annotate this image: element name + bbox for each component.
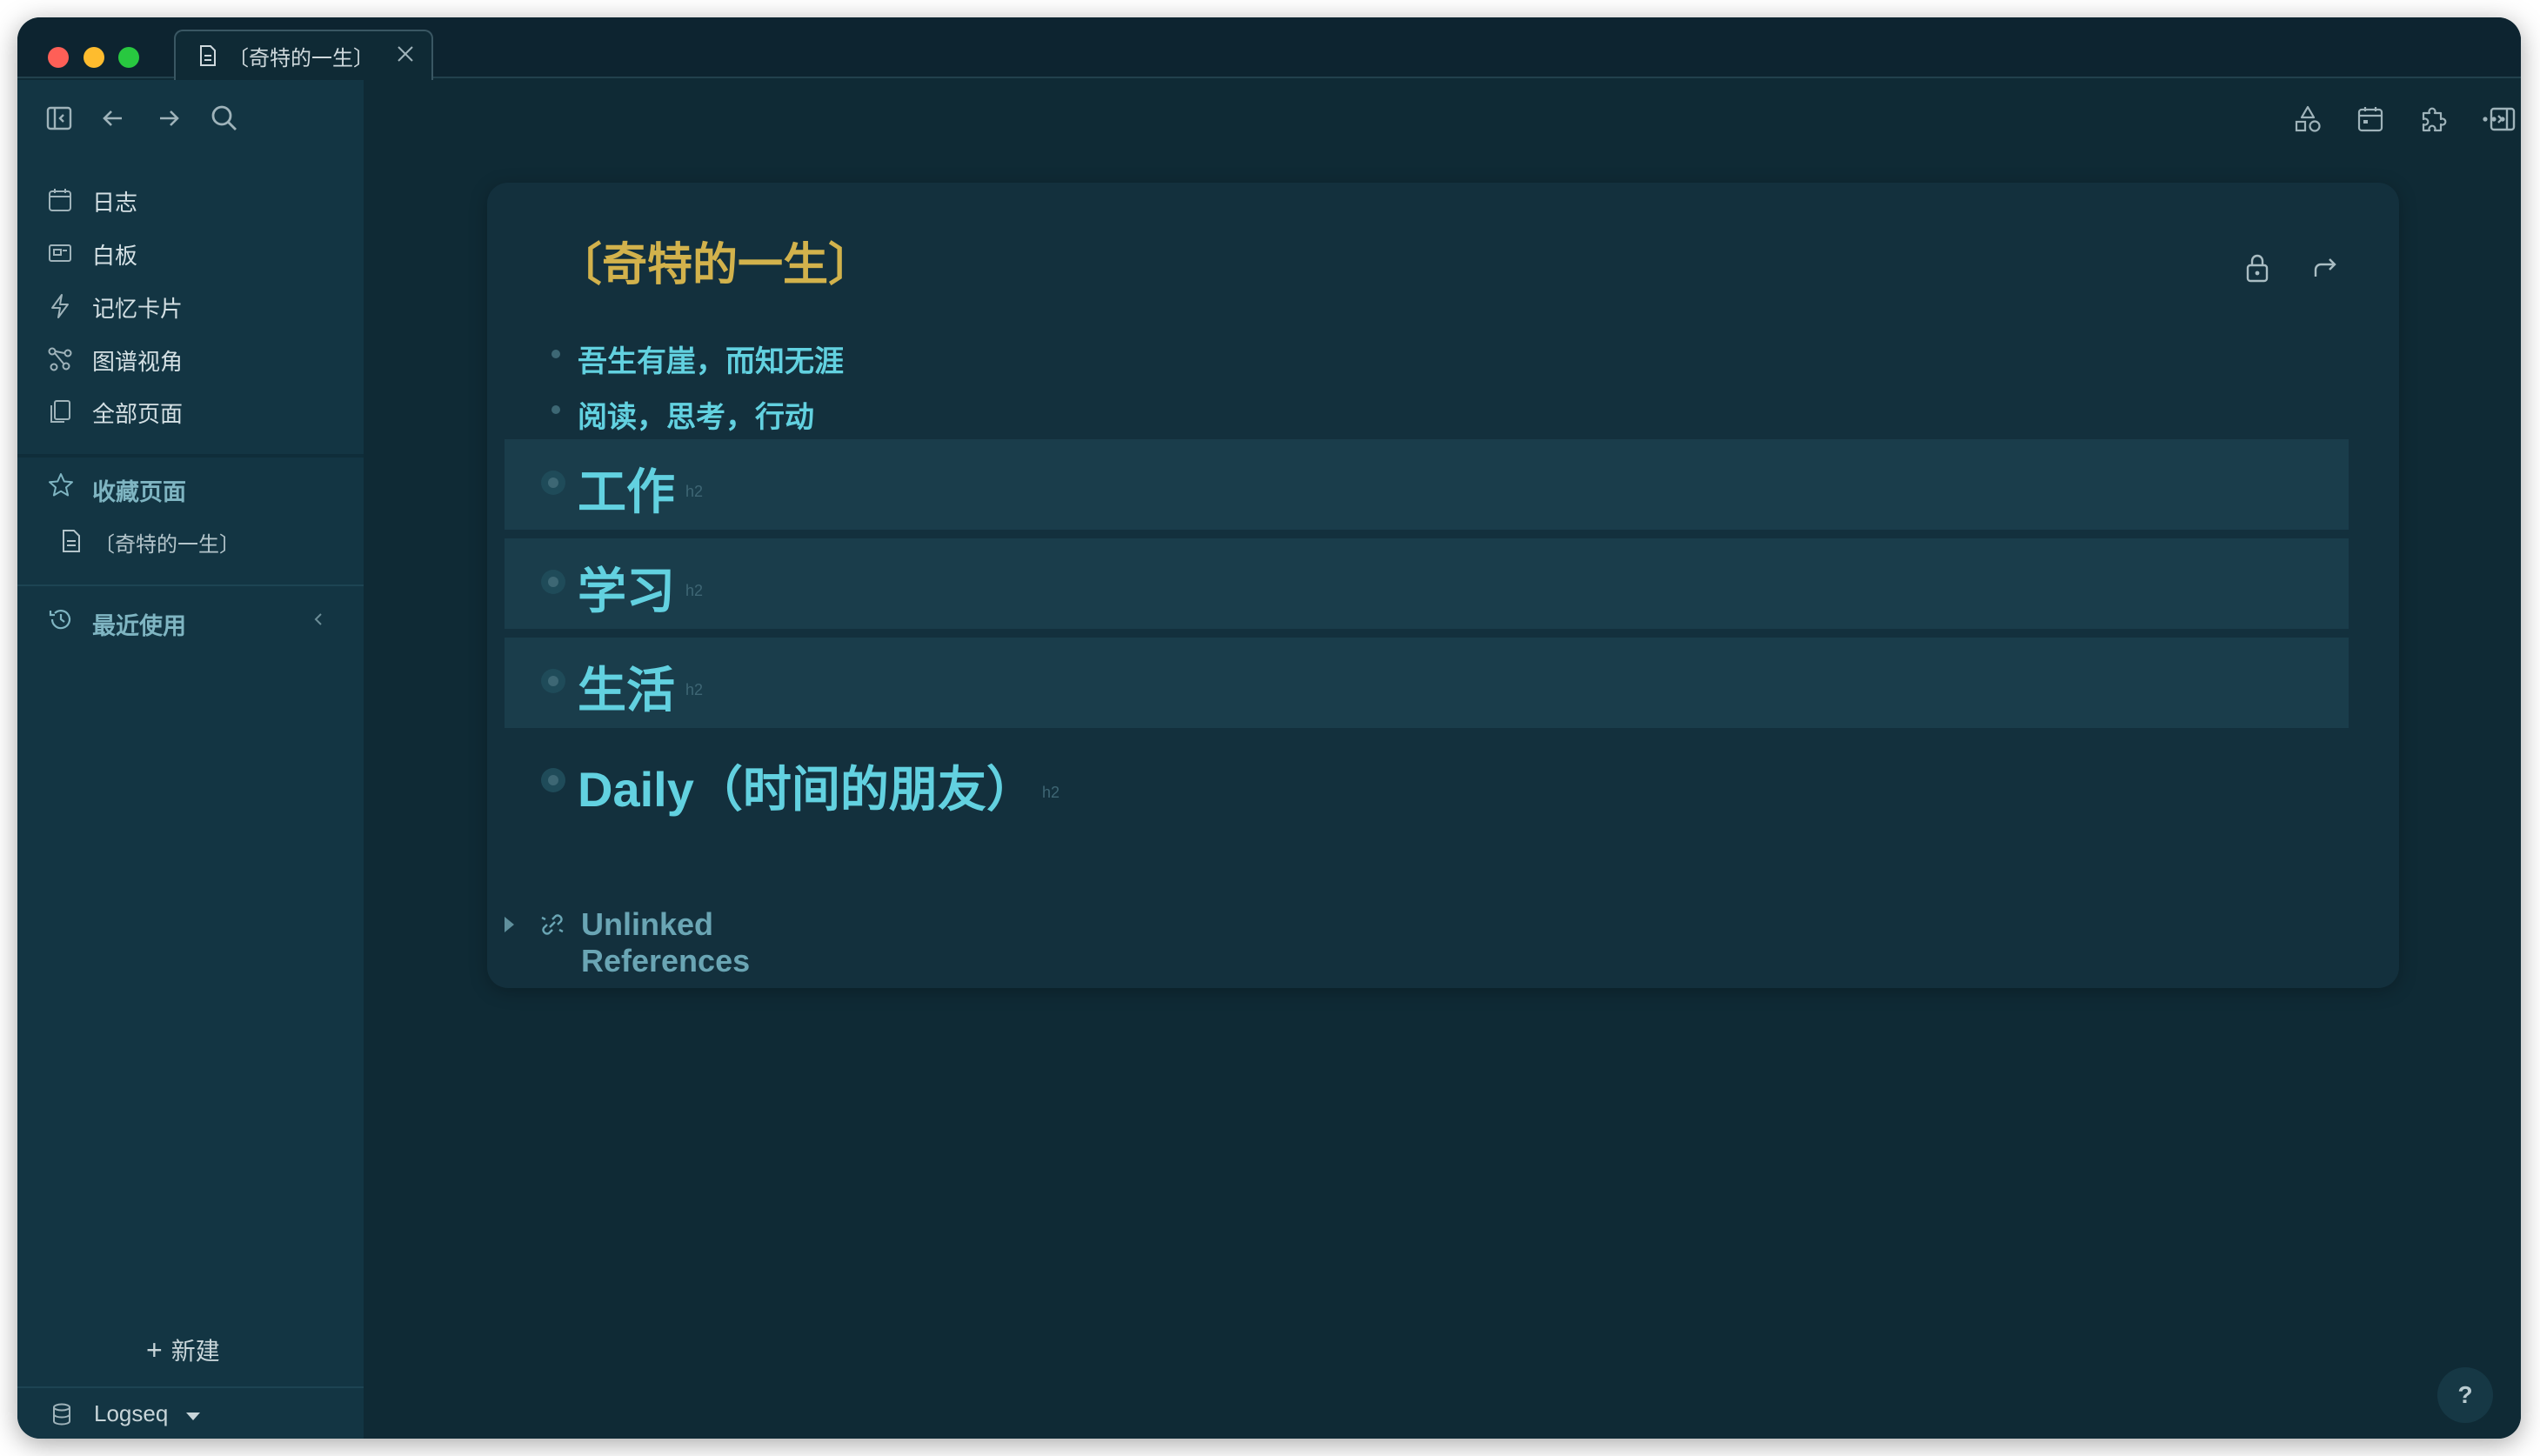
block-text: 阅读，思考，行动 xyxy=(578,401,814,434)
heading-level-tag: h2 xyxy=(685,681,704,698)
new-page-button[interactable]: + 新建 xyxy=(146,1332,220,1367)
tab-title: 〔奇特的一生〕 xyxy=(228,46,374,70)
nav-item-label: 记忆卡片 xyxy=(92,296,184,322)
help-button[interactable]: ? xyxy=(2437,1367,2493,1423)
arrow-left-icon xyxy=(103,110,122,126)
favorites-title: 收藏页面 xyxy=(92,479,186,505)
unlink-icon xyxy=(541,914,564,935)
nav-item-graph-view[interactable]: 图谱视角 xyxy=(17,332,364,384)
calendar-icon xyxy=(49,189,71,211)
page-title[interactable]: 〔奇特的一生〕 xyxy=(557,228,873,293)
bullet-icon[interactable] xyxy=(551,350,560,358)
flashcards-icon xyxy=(51,294,69,318)
close-icon[interactable] xyxy=(395,43,416,64)
bullet-icon[interactable] xyxy=(541,471,565,495)
nav-item-whiteboards[interactable]: 白板 xyxy=(17,226,364,278)
favorite-item[interactable]: 〔奇特的一生〕 xyxy=(17,515,364,564)
sidebar-toggle-icon xyxy=(46,106,72,130)
nav-item-label: 图谱视角 xyxy=(92,349,184,375)
page-actions xyxy=(2243,252,2347,287)
right-sidebar-icon xyxy=(2490,107,2516,131)
top-toolbar xyxy=(2173,80,2521,155)
heading-level-tag: h2 xyxy=(685,483,704,500)
whiteboard-icon xyxy=(49,244,71,262)
plugins-button[interactable] xyxy=(2416,103,2450,136)
graph-switcher[interactable]: Logseq xyxy=(17,1386,364,1439)
new-page-label: 新建 xyxy=(170,1338,220,1365)
chevron-left-icon[interactable] xyxy=(310,611,327,628)
maximize-window-button[interactable] xyxy=(118,47,139,68)
favorite-item-label: 〔奇特的一生〕 xyxy=(94,533,240,557)
whiteboard-shapes-button[interactable] xyxy=(2291,103,2324,136)
tab-page[interactable]: 〔奇特的一生〕 xyxy=(174,30,433,80)
nav-item-label: 白板 xyxy=(92,243,138,269)
caret-right-icon xyxy=(505,917,514,932)
nav-item-journals[interactable]: 日志 xyxy=(17,173,364,225)
graph-icon xyxy=(48,347,72,371)
nav-item-label: 日志 xyxy=(92,190,138,216)
heading-text: 工作 xyxy=(578,464,675,519)
search-button[interactable] xyxy=(209,103,240,134)
bullet-icon[interactable] xyxy=(541,768,565,792)
forward-button[interactable] xyxy=(153,103,184,134)
heading-text: 生活 xyxy=(578,663,675,718)
journals-button[interactable] xyxy=(2354,103,2387,136)
toggle-right-sidebar-button[interactable] xyxy=(2486,103,2519,136)
toggle-left-sidebar-button[interactable] xyxy=(43,103,75,134)
block[interactable]: 阅读，思考，行动 xyxy=(505,388,2349,435)
heading-block[interactable]: 工作 h2 xyxy=(505,439,2349,530)
close-window-button[interactable] xyxy=(48,47,69,68)
heading-text: 学习 xyxy=(578,564,675,618)
minimize-window-button[interactable] xyxy=(84,47,104,68)
nav-item-label: 全部页面 xyxy=(92,401,184,427)
block[interactable]: 吾生有崖，而知无涯 xyxy=(505,332,2349,379)
sidebar-divider xyxy=(17,584,364,586)
calendar-icon xyxy=(2357,107,2383,132)
share-icon[interactable] xyxy=(2310,252,2340,284)
bullet-icon[interactable] xyxy=(541,570,565,594)
all-pages-icon xyxy=(50,400,70,423)
search-icon xyxy=(211,105,237,130)
plus-icon: + xyxy=(146,1333,163,1366)
heading-level-tag: h2 xyxy=(685,582,704,599)
heading-block[interactable]: Daily（时间的朋友） h2 xyxy=(505,737,2349,827)
favorites-header[interactable]: 收藏页面 xyxy=(17,459,364,511)
caret-down-icon xyxy=(186,1413,200,1420)
app-window: 〔奇特的一生〕 日志 白板 记忆卡片 图谱视角 全部页面 收藏页面 〔奇特的一生… xyxy=(17,17,2521,1439)
page-icon xyxy=(200,45,216,66)
arrow-right-icon xyxy=(160,110,179,126)
back-button[interactable] xyxy=(97,103,129,134)
heading-level-tag: h2 xyxy=(1042,784,1060,801)
page-card: 〔奇特的一生〕 吾生有崖，而知无涯 阅读，思考，行动 工作 h2 学习 h2 生… xyxy=(487,183,2399,988)
block-text: 吾生有崖，而知无涯 xyxy=(578,345,844,378)
heading-block[interactable]: 学习 h2 xyxy=(505,538,2349,629)
title-bar: 〔奇特的一生〕 xyxy=(17,17,2521,80)
heading-block[interactable]: 生活 h2 xyxy=(505,638,2349,728)
recent-title: 最近使用 xyxy=(92,613,186,639)
sidebar-divider xyxy=(17,454,364,458)
recent-header[interactable]: 最近使用 xyxy=(17,593,364,645)
database-icon xyxy=(53,1403,70,1426)
main-content: 〔奇特的一生〕 吾生有崖，而知无涯 阅读，思考，行动 工作 h2 学习 h2 生… xyxy=(364,80,2521,1439)
sidebar-toolbar xyxy=(17,80,364,155)
graph-name: Logseq xyxy=(94,1400,169,1426)
unlinked-references-label: Unlinked References xyxy=(581,906,751,978)
shapes-icon xyxy=(2295,105,2321,132)
star-icon xyxy=(49,473,73,497)
history-icon xyxy=(49,610,71,630)
lock-icon[interactable] xyxy=(2243,252,2272,284)
nav-item-flashcards[interactable]: 记忆卡片 xyxy=(17,279,364,331)
nav-item-all-pages[interactable]: 全部页面 xyxy=(17,384,364,437)
left-sidebar: 日志 白板 记忆卡片 图谱视角 全部页面 收藏页面 〔奇特的一生〕 最近使用 +… xyxy=(17,80,364,1439)
heading-text: Daily（时间的朋友） xyxy=(578,762,1035,817)
bullet-icon[interactable] xyxy=(541,669,565,693)
bullet-icon[interactable] xyxy=(551,405,560,414)
puzzle-icon xyxy=(2422,107,2447,132)
page-icon xyxy=(63,530,80,552)
